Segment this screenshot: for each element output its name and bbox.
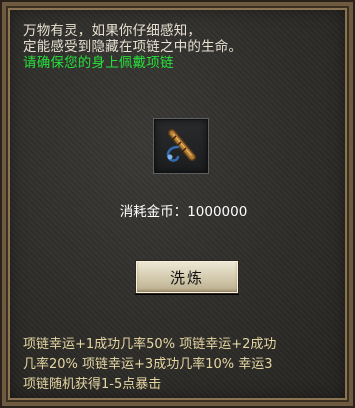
refine-button[interactable]: 洗炼 [135, 260, 239, 294]
refine-panel: 万物有灵，如果你仔细感知， 定能感受到隐藏在项链之中的生命。 请确保您的身上佩戴… [0, 0, 355, 408]
info-line-1: 项链幸运+1成功几率50% 项链幸运+2成功 [23, 337, 277, 352]
item-slot[interactable] [153, 118, 209, 174]
description-line-1: 万物有灵，如果你仔细感知， [23, 23, 202, 39]
gold-cost-amount: 1000000 [187, 204, 248, 220]
gold-cost-label: 消耗金币： [119, 204, 188, 220]
gold-cost: 消耗金币：1000000 [6, 200, 355, 220]
necklace-icon [166, 129, 196, 162]
info-line-2: 几率20% 项链幸运+3成功几率10% 幸运3 [23, 357, 273, 372]
description: 万物有灵，如果你仔细感知， 定能感受到隐藏在项链之中的生命。 请确保您的身上佩戴… [23, 23, 348, 71]
wear-necklace-notice: 请确保您的身上佩戴项链 [23, 55, 174, 71]
refine-info: 项链幸运+1成功几率50% 项链幸运+2成功 几率20% 项链幸运+3成功几率1… [23, 335, 353, 395]
info-line-3: 项链随机获得1-5点暴击 [23, 377, 162, 392]
description-line-2: 定能感受到隐藏在项链之中的生命。 [23, 39, 243, 55]
